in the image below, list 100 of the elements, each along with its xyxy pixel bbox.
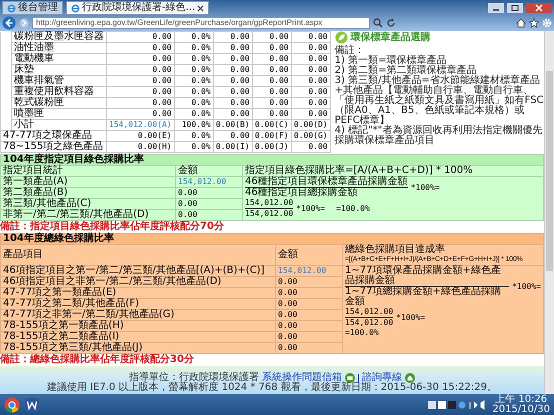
table-cell: 0.00 [291, 108, 330, 120]
table-cell: 0.00 [106, 86, 174, 98]
table-cell: 0.00 [213, 108, 252, 120]
table-cell: 重複使用飲料容器 [12, 86, 106, 98]
table-cell: 154,012.00 [276, 266, 342, 276]
table-cell: 0.00 [291, 86, 330, 98]
table-cell: 78-155項之第二類產品(I) [0, 332, 276, 342]
table-cell: 0.00 [252, 98, 292, 108]
clock-date[interactable]: 2015/10/30 [492, 404, 550, 414]
table-cell: 0.00 [276, 310, 342, 320]
search-icon[interactable] [373, 18, 383, 28]
table-cell: 0.0% [174, 64, 214, 76]
table-cell: 0.00 [252, 54, 292, 64]
column-header: 產品項目 [0, 244, 276, 266]
denominator-text: 154,012.00 [245, 209, 294, 219]
table-cell: 0.00(B) [213, 120, 252, 130]
table-cell: 非第一/第二/第三類/其他產品(D) [0, 210, 176, 220]
table-cell: 機車排氣管 [12, 76, 106, 86]
table-cell: 0.00 [213, 130, 252, 142]
table-cell: 0.00 [252, 76, 292, 86]
favorites-star-icon[interactable] [529, 18, 539, 28]
table-cell: 碳粉匣及墨水匣容器 [12, 32, 106, 42]
multiplier-text: *100%= [410, 182, 440, 192]
mail-icon[interactable] [345, 373, 355, 383]
table-cell: 0.00 [291, 76, 330, 86]
mailbox-link[interactable]: 系統操作問題信箱 [262, 373, 342, 383]
hotline-link[interactable]: 諮詢專線 [362, 373, 402, 383]
minimize-icon[interactable] [488, 3, 504, 13]
agency-text: 指導單位：行政院環境保護署 [129, 373, 259, 383]
table-cell: 小計 [12, 120, 106, 130]
column-header: 金額 [276, 244, 342, 266]
maximize-icon[interactable] [507, 3, 523, 13]
browser-tab[interactable]: 後台管理 [2, 1, 63, 15]
table-cell: 噴墨匣 [12, 108, 106, 120]
denominator-text: 1~77項總採購金額+綠色產品採購金額 [345, 287, 502, 307]
table-cell: 0.00 [176, 188, 242, 198]
table-cell: 0.0% [174, 76, 214, 86]
multiplier-text: *100%= [296, 204, 326, 214]
result-text: =100.0% [336, 204, 370, 214]
note-text: 4) 標記"*"者為資源回收再利用法指定機關優先採購環保標章產品項目 [334, 126, 544, 146]
denominator-text: 154,012.00 [345, 318, 394, 328]
table-cell: 0.00 [213, 42, 252, 54]
browser-logo-icon [71, 4, 80, 12]
table-cell: 0.00(H) [106, 142, 174, 152]
table-cell: 0.00 [291, 142, 330, 152]
table-cell: 第三類/其他產品(C) [0, 198, 176, 210]
table-cell: 47-77項之環保產品 [0, 130, 106, 142]
note-text: 2) 第二類=第二類環保標章產品 [334, 66, 476, 76]
table-cell: 0.00 [106, 98, 174, 108]
table-cell: 0.0% [174, 54, 214, 64]
table-cell: 乾式碳粉匣 [12, 98, 106, 108]
table-cell: 0.00(J) [252, 142, 292, 152]
denominator-text: 46種指定項目總採購金額 [245, 188, 359, 198]
column-header: 指定項目綠色採購比率=[A/(A+B+C+D)] * 100% [242, 166, 544, 176]
note-text: 3) 第三類/其他產品=省水節能綠建材標章產品+其他產品【電動輔助自行車、電動自行車、「使用再生紙之紙類文具及書寫用紙」如有FSC（限A0、A1、B5、色紙或筆記本規格）或PEFC標章】 [334, 76, 544, 126]
word-document-icon[interactable] [24, 396, 40, 412]
table-cell: 0.00 [176, 198, 242, 210]
multiplier-text: *100%= [512, 282, 541, 292]
table-title: 104年度總綠色採購比率 [0, 234, 544, 244]
note-text: 備註：總綠色採購比率佔年度評核配分30分 [0, 355, 195, 365]
table-cell: 0.00 [252, 108, 292, 120]
table-cell: 0.00 [276, 288, 342, 298]
table-cell: 0.00 [291, 42, 330, 54]
numerator-text: 154,012.00 [345, 307, 394, 318]
logo-text: 環保標章產品選購 [350, 32, 431, 42]
clock-time[interactable]: 上午 10:26 [495, 394, 548, 404]
table-cell: 0.0% [174, 142, 214, 152]
multiplier-text: *100%= [396, 312, 426, 322]
table-cell: 0.00 [213, 86, 252, 98]
table-cell: 0.00 [276, 332, 342, 342]
table-cell: 78-155項之第一類產品(H) [0, 320, 276, 332]
table-cell: 78-155項之第三類/其他產品(J) [0, 342, 276, 354]
table-cell: 0.00(F) [252, 130, 292, 142]
table-cell: 第一類產品(A) [0, 176, 176, 188]
table-cell: 0.00 [106, 108, 174, 120]
table-cell: 46項指定項目之第一/第二/第三類/其他產品[(A)+(B)+(C)] [0, 266, 276, 276]
table-cell: 0.00 [106, 42, 174, 54]
browser-tab[interactable]: 行政院環境保護署-綠色... [66, 1, 210, 15]
table-cell: 47-77項之非第一/第二類/其他產品(G) [0, 310, 276, 320]
address-field[interactable]: http://greenliving.epa.gov.tw/GreenLife/greenPurchase/organ/gpReportPrint.aspx [32, 17, 370, 29]
table-cell: 0.00 [106, 54, 174, 64]
table-cell: 0.0% [174, 86, 214, 98]
chrome-browser-icon[interactable] [4, 396, 20, 412]
footer-info: 建議使用 IE7.0 以上版本，螢幕解析度 1024 * 768 觀看，最後更新日期：2015-06-30 15:22:29。 [47, 383, 497, 393]
back-icon[interactable] [2, 16, 16, 30]
home-icon[interactable] [516, 18, 526, 28]
table-cell: 0.00 [252, 64, 292, 76]
table-cell: 0.00 [291, 32, 330, 42]
table-cell: 0.00 [276, 342, 342, 354]
refresh-icon[interactable] [386, 18, 396, 28]
table-cell: 0.00(C) [252, 120, 292, 130]
table-cell: 0.00(D) [291, 120, 330, 130]
scrollbar[interactable] [544, 31, 554, 394]
table-cell: 0.00 [252, 32, 292, 42]
table-cell: 0.00 [213, 54, 252, 64]
table-cell: 0.0% [174, 32, 214, 42]
table-cell: 0.00 [291, 64, 330, 76]
close-icon[interactable] [197, 4, 204, 12]
table-cell: 154,012.00 [176, 176, 242, 188]
forward-icon[interactable] [19, 18, 29, 28]
